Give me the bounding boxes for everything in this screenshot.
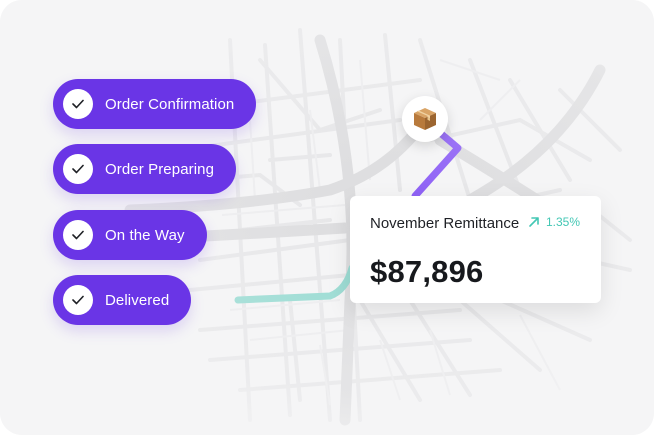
check-icon bbox=[63, 89, 93, 119]
status-order-preparing: Order Preparing bbox=[53, 144, 237, 194]
status-label: Order Preparing bbox=[105, 160, 215, 178]
check-icon bbox=[63, 154, 93, 184]
remittance-change-value: 1.35% bbox=[546, 215, 581, 229]
status-label: On the Way bbox=[105, 226, 185, 244]
check-icon bbox=[63, 220, 93, 250]
check-icon bbox=[63, 285, 93, 315]
remittance-title: November Remittance bbox=[370, 215, 520, 232]
status-label: Delivered bbox=[105, 291, 170, 309]
status-order-confirmation: Order Confirmation bbox=[53, 79, 257, 129]
status-label: Order Confirmation bbox=[105, 95, 235, 113]
status-delivered: Delivered bbox=[53, 275, 192, 325]
arrow-up-right-icon bbox=[529, 217, 539, 227]
package-icon bbox=[414, 108, 436, 130]
remittance-card: November Remittance 1.35% $87,896 bbox=[350, 196, 601, 303]
package-marker[interactable] bbox=[402, 96, 448, 142]
remittance-change: 1.35% bbox=[528, 215, 580, 229]
status-on-the-way: On the Way bbox=[53, 210, 207, 260]
remittance-amount: $87,896 bbox=[370, 254, 484, 289]
